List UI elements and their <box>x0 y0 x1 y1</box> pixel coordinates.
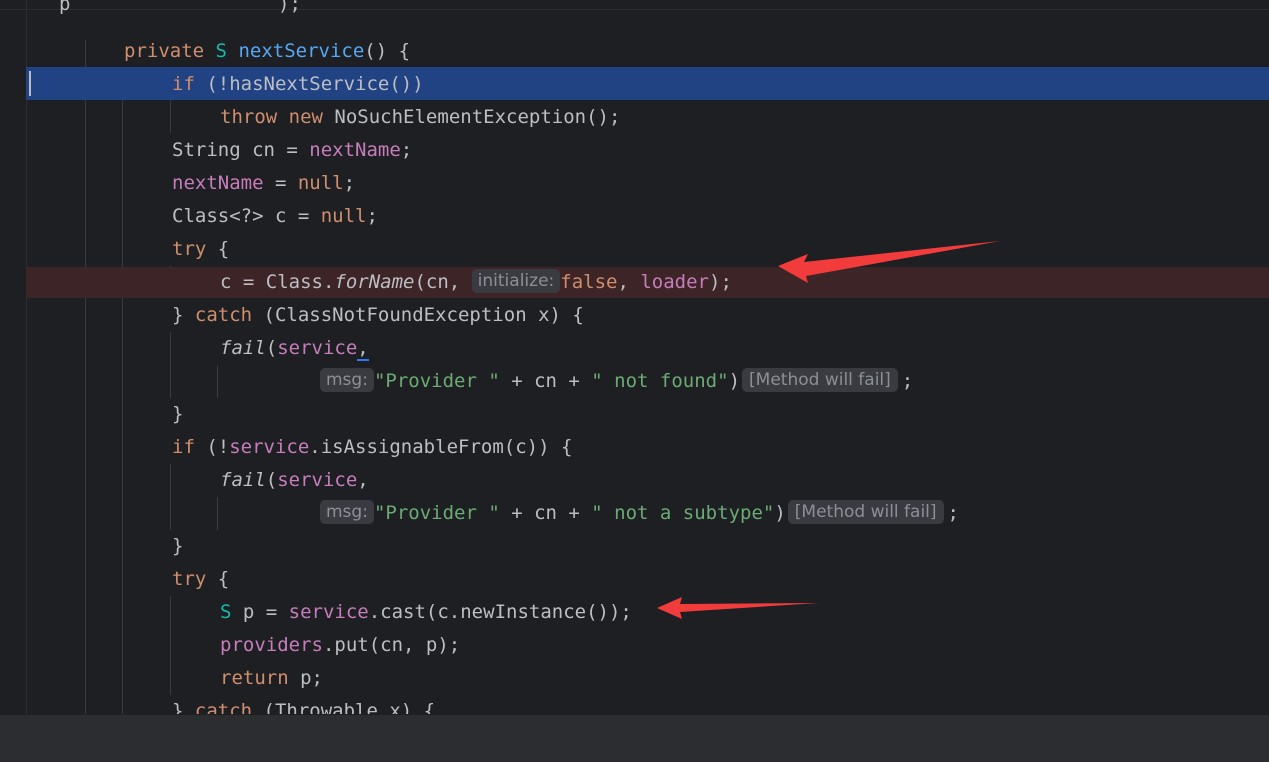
red-arrow-annotation <box>657 597 818 619</box>
code-line[interactable]: S p = service.cast(c.newInstance()); <box>220 596 632 629</box>
code-line[interactable]: return p; <box>220 662 323 695</box>
editor-gutter[interactable] <box>0 0 27 714</box>
code-line[interactable]: try { <box>172 563 229 596</box>
code-line[interactable]: private S nextService() { <box>124 35 410 68</box>
code-editor[interactable]: p ); private S nextService() { if (!hasN… <box>0 0 1269 714</box>
indent-guide <box>217 365 218 398</box>
parameter-hint: initialize: <box>471 268 561 293</box>
code-line[interactable]: String cn = nextName; <box>172 134 412 167</box>
indent-guide <box>122 100 123 714</box>
code-line[interactable]: nextName = null; <box>172 167 355 200</box>
code-line[interactable]: } <box>172 398 183 431</box>
indent-guide <box>217 497 218 530</box>
indent-guide <box>170 596 171 695</box>
text-caret <box>29 71 31 96</box>
code-line-breakpoint[interactable]: c = Class.forName(cn, initialize: false, … <box>220 266 732 299</box>
parameter-hint: msg: <box>320 499 374 524</box>
code-line[interactable]: fail(service, <box>220 464 369 497</box>
red-arrow-annotation <box>778 241 1000 283</box>
code-line[interactable]: fail(service, <box>220 332 369 365</box>
indent-guide <box>85 40 86 714</box>
code-line[interactable]: Class<?> c = null; <box>172 200 378 233</box>
bottom-panel <box>0 714 1269 762</box>
code-line[interactable]: if (!service.isAssignableFrom(c)) { <box>172 431 572 464</box>
code-line-current[interactable]: if (!hasNextService()) <box>172 68 424 101</box>
code-line[interactable]: throw new NoSuchElementException(); <box>220 101 620 134</box>
code-line[interactable]: } catch (ClassNotFoundException x) { <box>172 299 584 332</box>
code-line[interactable]: try { <box>172 233 229 266</box>
code-line[interactable]: } catch (Throwable x) { <box>172 695 435 714</box>
previous-line-fragment: p ); <box>0 0 1269 15</box>
indent-guide <box>170 332 171 398</box>
parameter-hint: msg: <box>320 367 374 392</box>
code-line[interactable]: msg: "Provider " + cn + " not a subtype")… <box>320 497 959 530</box>
indent-guide <box>170 100 171 133</box>
method-will-fail-hint: [Method will fail] <box>787 499 944 524</box>
indent-guide <box>170 464 171 530</box>
code-line[interactable]: providers.put(cn, p); <box>220 629 460 662</box>
method-will-fail-hint: [Method will fail] <box>742 367 898 392</box>
code-line[interactable]: } <box>172 530 183 563</box>
code-line[interactable]: msg: "Provider " + cn + " not found") [Met… <box>320 365 913 398</box>
